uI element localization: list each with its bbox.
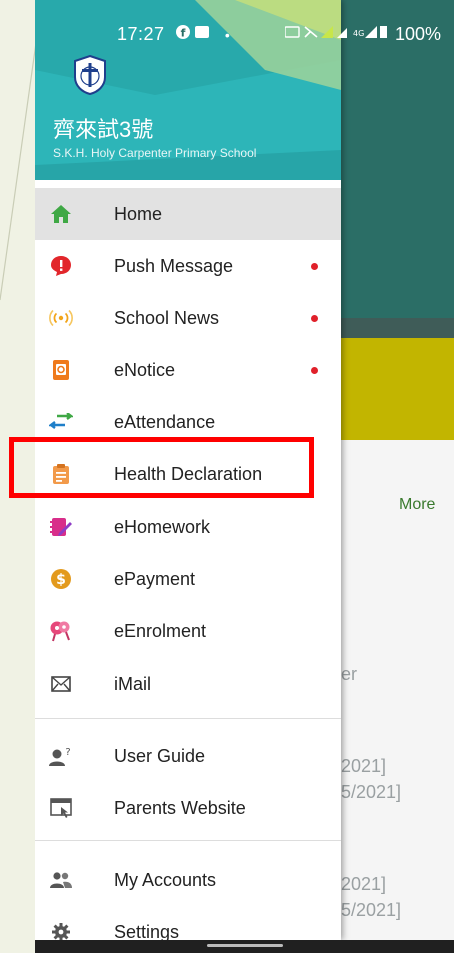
background-text-fragment: 2021]: [341, 874, 387, 894]
push-message-icon: [49, 254, 73, 278]
attendance-arrows-icon: [49, 410, 73, 434]
menu-item-label: iMail: [114, 673, 152, 694]
background-text-fragment: 2021]: [341, 756, 387, 776]
menu-divider: [35, 840, 341, 841]
accounts-icon: [49, 868, 73, 892]
background-app-banner: [341, 338, 454, 440]
menu-item-enotice[interactable]: eNotice: [35, 344, 341, 396]
system-status-icons: 4G: [284, 24, 389, 43]
signal-icon: 4G: [284, 26, 387, 38]
highlight-box: [9, 437, 314, 498]
menu-item-label: eEnrolment: [114, 620, 207, 641]
menu-item-label: School News: [114, 307, 220, 328]
menu-item-label: eAttendance: [114, 411, 216, 432]
menu-item-label: ePayment: [114, 568, 196, 589]
menu-item-user-guide[interactable]: ? User Guide: [35, 730, 341, 782]
more-link[interactable]: More: [399, 496, 435, 514]
menu-item-ehomework[interactable]: eHomework: [35, 501, 341, 553]
menu-item-label: Push Message: [114, 255, 234, 276]
school-name-english: S.K.H. Holy Carpenter Primary School: [53, 146, 257, 160]
enrolment-icon: [49, 619, 73, 643]
svg-text:f: f: [181, 27, 186, 40]
svg-text:4G: 4G: [353, 29, 364, 38]
status-time: 17:27: [117, 24, 165, 44]
homework-icon: [49, 515, 73, 539]
menu-item-school-news[interactable]: School News: [35, 292, 341, 344]
menu-item-home[interactable]: Home: [35, 188, 341, 240]
background-text-fragment: 5/2021]: [341, 782, 402, 802]
facebook-icon: f: [176, 25, 209, 40]
status-dot: •: [224, 27, 230, 43]
menu-divider: [35, 718, 341, 719]
menu-item-push-message[interactable]: Push Message: [35, 240, 341, 292]
status-bar: 17:27 f • 4G 100%: [35, 18, 454, 52]
unread-badge: [311, 262, 318, 270]
background-text-fragment: 5/2021]: [341, 900, 402, 920]
notification-icons: f •: [175, 24, 230, 43]
system-navigation-bar: [35, 940, 454, 953]
notice-icon: [49, 358, 73, 382]
menu-item-label: Home: [114, 203, 163, 224]
svg-text:$: $: [56, 572, 66, 588]
school-name-chinese: 齊來試3號: [53, 117, 154, 142]
svg-text:?: ?: [65, 747, 70, 758]
broadcast-icon: [49, 306, 73, 330]
mail-icon: [49, 672, 73, 696]
menu-item-eenrolment[interactable]: eEnrolment: [35, 605, 341, 657]
menu-item-label: eHomework: [114, 516, 211, 537]
menu-item-label: User Guide: [114, 745, 206, 766]
unread-badge: [311, 366, 318, 374]
battery-percentage: 100%: [395, 24, 442, 44]
menu-item-parents-website[interactable]: Parents Website: [35, 782, 341, 834]
school-logo: [74, 55, 106, 95]
background-text-fragment: er: [341, 664, 358, 684]
dollar-icon: $: [49, 567, 73, 591]
menu-item-my-accounts[interactable]: My Accounts: [35, 854, 341, 906]
home-icon: [49, 202, 73, 226]
menu-item-epayment[interactable]: $ ePayment: [35, 553, 341, 605]
background-app-strip: [341, 318, 454, 338]
user-guide-icon: ?: [49, 744, 73, 768]
menu-item-imail[interactable]: iMail: [35, 658, 341, 710]
website-icon: [49, 796, 73, 820]
menu-item-label: eNotice: [114, 359, 176, 380]
unread-badge: [311, 314, 318, 322]
home-gesture-handle[interactable]: [207, 944, 283, 947]
menu-item-label: My Accounts: [114, 869, 217, 890]
menu-item-label: Parents Website: [114, 797, 246, 818]
